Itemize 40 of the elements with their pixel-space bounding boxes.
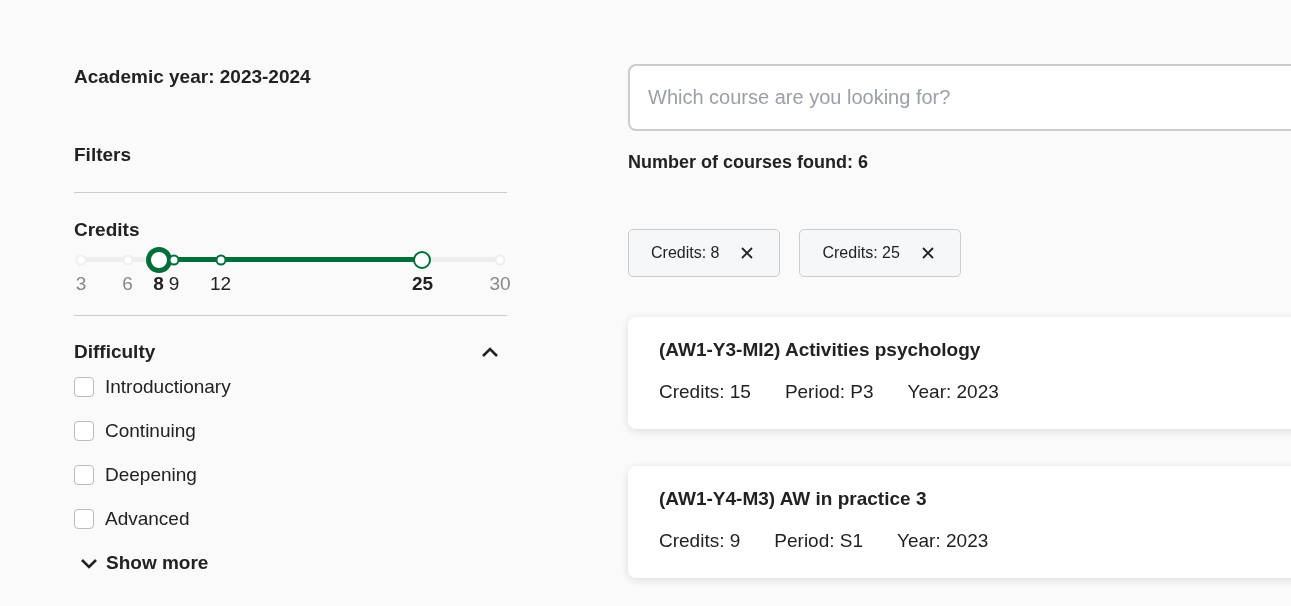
checkbox-label: Advanced [105,507,190,530]
course-title: (AW1-Y3-MI2) Activities psychology [659,339,982,361]
checkbox[interactable] [74,508,94,529]
search-field[interactable]: Which course are you looking for? [628,64,1291,131]
chevron-icon[interactable] [481,346,499,358]
checkbox[interactable] [74,376,94,397]
slider-label: 9 [168,273,180,295]
course-credits: Credits: 9 [659,530,741,552]
close-icon[interactable] [741,247,754,259]
slider-handle[interactable] [413,250,432,269]
slider-label: 12 [209,273,232,295]
course-card[interactable]: (AW1-Y3-MI2) Activities psychology Credits: 15 Period: P3 Year: 2023 [628,317,1291,429]
checkbox-label: Deepening [105,463,197,486]
close-icon[interactable] [921,247,934,259]
course-card[interactable]: (AW1-Y4-M3) AW in practice 3 Credits: 9 Period: S1 Year: 2023 [628,466,1291,578]
course-period: Period: S1 [774,530,864,552]
show-more-button[interactable]: Show more [80,552,209,574]
course-title: (AW1-Y4-M3) AW in practice 3 [659,488,928,510]
results-count: Number of courses found: 6 [628,152,870,173]
checkbox[interactable] [74,420,94,441]
checkbox[interactable] [74,464,94,485]
course-period: Period: P3 [784,381,874,403]
slider-label: 3 [75,273,87,295]
credits-title: Credits [74,219,140,241]
slider-label: 8 [153,273,164,295]
chip-label: Credits: 25 [822,244,900,262]
slider-handle[interactable] [145,246,172,273]
chevron-icon [80,557,98,569]
slider-label: 25 [411,273,434,295]
slider-label: 30 [489,273,511,295]
checkbox-label: Introductionary [105,375,231,398]
checkbox-label: Continuing [105,419,196,442]
academic-year: Academic year: 2023-2024 [74,66,312,88]
slider-label: 6 [122,273,133,295]
filters-title: Filters [74,144,133,166]
course-year: Year: 2023 [897,530,989,552]
course-credits: Credits: 15 [659,381,751,403]
chip-label: Credits: 8 [651,244,720,262]
course-year: Year: 2023 [907,381,999,403]
difficulty-title: Difficulty [74,341,156,363]
